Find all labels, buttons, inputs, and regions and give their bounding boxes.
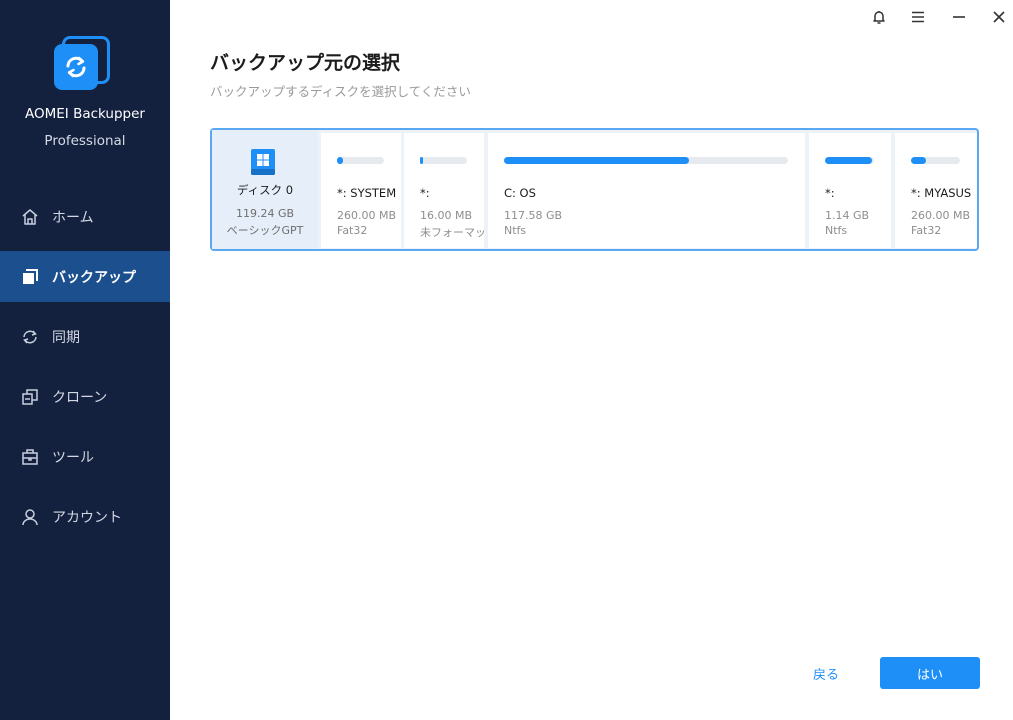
menu-icon xyxy=(912,11,924,23)
sync-icon xyxy=(20,327,40,347)
partition-name: *: xyxy=(825,186,835,200)
sidebar-item-home[interactable]: ホーム xyxy=(0,191,170,242)
partition-size: 16.00 MB xyxy=(420,209,473,222)
windows-disk-icon xyxy=(251,149,275,175)
home-icon xyxy=(20,207,40,227)
partition-filesystem: 未フォーマット xyxy=(420,226,484,239)
disk-type: ベーシックGPT xyxy=(226,224,304,237)
app-logo xyxy=(52,36,112,96)
sidebar-item-label: アカウント xyxy=(52,509,122,526)
usage-bar xyxy=(420,157,467,164)
partition-tile[interactable]: C: OS 117.58 GB Ntfs xyxy=(488,133,805,248)
partition-tile[interactable]: *: 16.00 MB 未フォーマット xyxy=(404,133,484,248)
partition-filesystem: Ntfs xyxy=(504,224,527,237)
back-button[interactable]: 戻る xyxy=(800,658,852,688)
partition-filesystem: Ntfs xyxy=(825,224,848,237)
toolbox-icon xyxy=(20,447,40,467)
usage-fill xyxy=(825,157,873,164)
close-button[interactable] xyxy=(988,6,1010,28)
partition-name: *: MYASUS xyxy=(911,186,972,200)
sync-logo-icon xyxy=(66,56,86,78)
partition-filesystem: Fat32 xyxy=(911,224,942,237)
partition-size: 260.00 MB xyxy=(337,209,397,222)
confirm-button[interactable]: はい xyxy=(880,657,980,689)
partition-tile[interactable]: *: SYSTEM 260.00 MB Fat32 xyxy=(321,133,401,248)
close-icon xyxy=(993,11,1005,23)
minimize-button[interactable] xyxy=(948,6,970,28)
partition-name: C: OS xyxy=(504,186,536,200)
notifications-button[interactable] xyxy=(868,6,890,28)
bell-icon xyxy=(873,11,885,24)
partition-tile[interactable]: *: MYASUS 260.00 MB Fat32 xyxy=(895,133,977,248)
sidebar-item-label: クローン xyxy=(52,389,108,406)
usage-fill xyxy=(911,157,926,164)
partition-name: *: SYSTEM xyxy=(337,186,397,200)
sidebar-item-label: ツール xyxy=(52,449,94,466)
usage-fill xyxy=(504,157,689,164)
backup-icon xyxy=(20,267,40,287)
usage-bar xyxy=(825,157,874,164)
sidebar-item-label: バックアップ xyxy=(52,269,136,286)
user-icon xyxy=(20,507,40,527)
clone-icon xyxy=(20,387,40,407)
sidebar-item-clone[interactable]: クローン xyxy=(0,371,170,422)
partition-filesystem: Fat32 xyxy=(337,224,368,237)
sidebar: AOMEI Backupper Professional ホーム バックアップ … xyxy=(0,0,170,720)
menu-button[interactable] xyxy=(907,6,929,28)
partition-size: 117.58 GB xyxy=(504,209,563,222)
usage-bar xyxy=(911,157,960,164)
page-title: バックアップ元の選択 xyxy=(210,52,401,74)
sidebar-item-tools[interactable]: ツール xyxy=(0,431,170,482)
partition-size: 260.00 MB xyxy=(911,209,971,222)
usage-bar xyxy=(504,157,788,164)
usage-fill xyxy=(420,157,423,164)
sidebar-item-account[interactable]: アカウント xyxy=(0,491,170,542)
partition-name: *: xyxy=(420,186,430,200)
app-edition: Professional xyxy=(44,133,126,149)
minimize-icon xyxy=(953,16,965,18)
sidebar-item-label: ホーム xyxy=(52,209,94,226)
sidebar-item-backup[interactable]: バックアップ xyxy=(0,251,170,302)
disk-info[interactable]: ディスク 0 119.24 GB ベーシックGPT xyxy=(212,130,318,249)
usage-fill xyxy=(337,157,343,164)
disk-card[interactable]: ディスク 0 119.24 GB ベーシックGPT *: SYSTEM 260.… xyxy=(210,128,979,251)
sidebar-item-label: 同期 xyxy=(52,329,80,346)
partition-size: 1.14 GB xyxy=(825,209,870,222)
disk-size: 119.24 GB xyxy=(235,207,295,220)
app-name: AOMEI Backupper xyxy=(25,106,145,122)
disk-name: ディスク 0 xyxy=(236,183,294,197)
usage-bar xyxy=(337,157,384,164)
partition-tile[interactable]: *: 1.14 GB Ntfs xyxy=(809,133,891,248)
sidebar-item-sync[interactable]: 同期 xyxy=(0,311,170,362)
page-subtitle: バックアップするディスクを選択してください xyxy=(210,84,471,99)
